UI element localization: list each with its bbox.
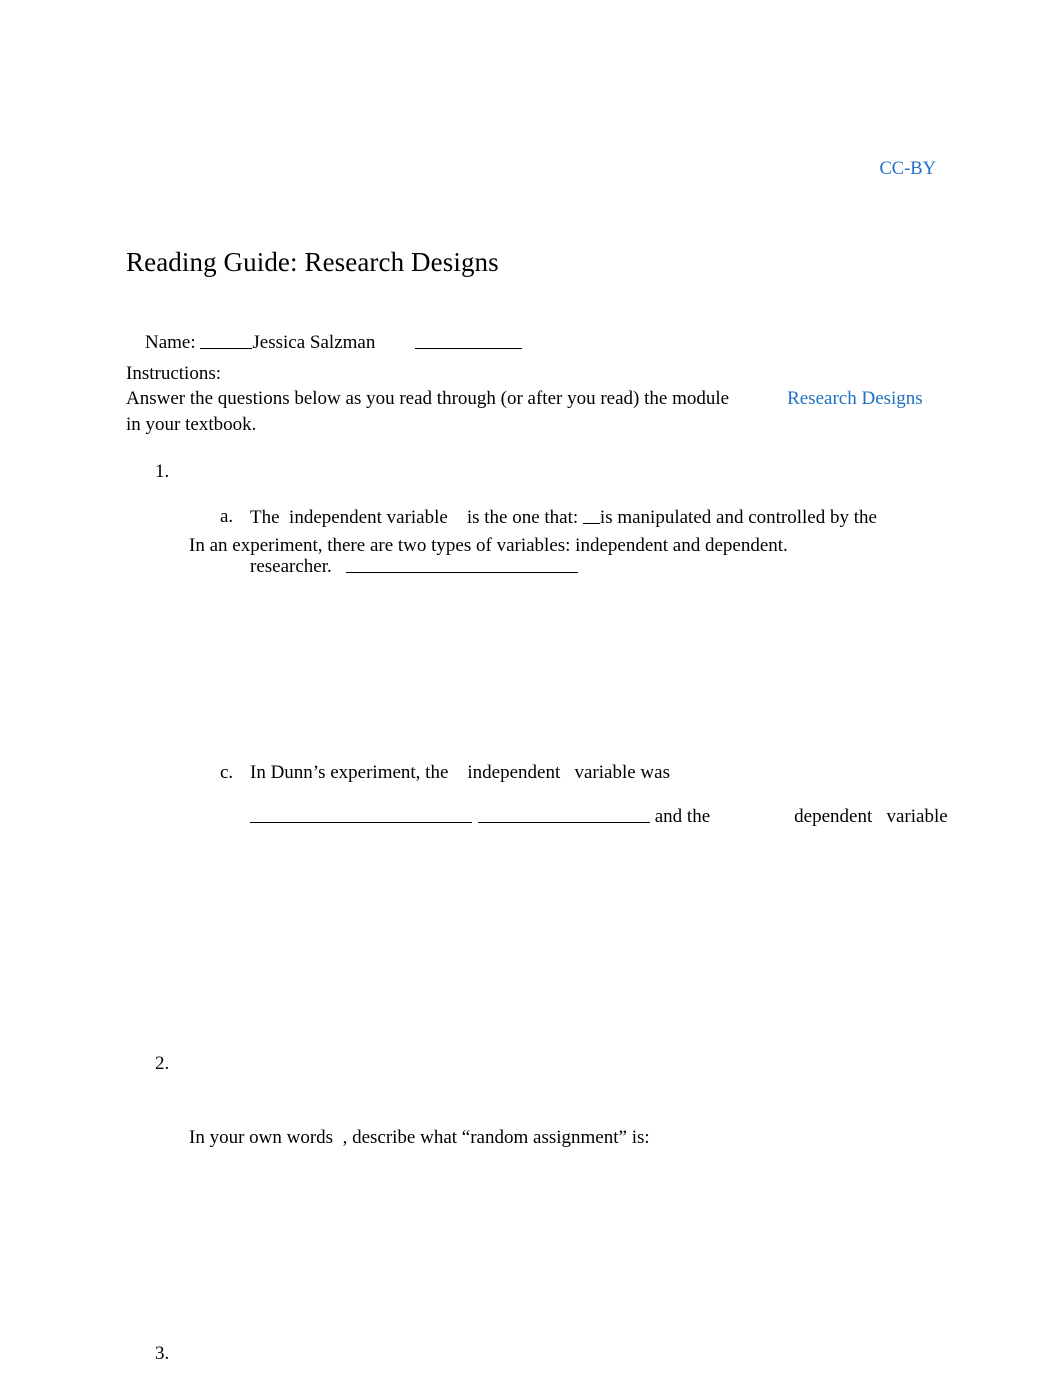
question-3: 3. In your own words, why is random assi…: [155, 1342, 955, 1377]
module-link-part2[interactable]: Designs: [861, 388, 922, 409]
subitem-c-line2-tail: dependent variable: [794, 806, 948, 828]
question-2-number: 2.: [155, 1053, 170, 1074]
question-1: 1. In an experiment, there are two types…: [155, 460, 955, 608]
question-1-subitem-c: c. In Dunn’s experiment, the independent…: [220, 761, 960, 786]
subitem-a-letter: a.: [220, 506, 234, 527]
question-1-subitem-a: a. The independent variable is the one t…: [220, 505, 960, 531]
question-2: 2. In your own words , describe what “ra…: [155, 1052, 955, 1200]
name-blank-before: [200, 330, 253, 350]
document-page: CC-BY Reading Guide: Research Designs Na…: [0, 0, 1062, 1377]
subitem-c-answer-blank-2: [478, 804, 650, 824]
page-title: Reading Guide: Research Designs: [126, 247, 499, 277]
subitem-c-line1: In Dunn’s experiment, the independent va…: [250, 762, 670, 783]
subitem-a-line2-body: researcher.: [250, 554, 960, 580]
subitem-c-line2-mid: and the: [650, 806, 711, 828]
instructions-block: Instructions: Answer the questions below…: [126, 361, 941, 437]
name-value: Jessica Salzman: [252, 332, 376, 354]
instructions-heading: Instructions:: [126, 363, 221, 384]
subitem-a-line1-lead: The independent variable is the one that…: [250, 507, 583, 529]
question-3-number: 3.: [155, 1343, 170, 1364]
question-1-subitem-c-line2: and the dependent variable: [220, 804, 960, 830]
subitem-a-line1-tail: is manipulated and controlled by the: [599, 507, 877, 529]
instructions-body: Answer the questions below as you read t…: [126, 386, 941, 437]
subitem-a-answer-blank: [345, 554, 578, 574]
subitem-c-line2-body: and the dependent variable: [250, 804, 960, 830]
subitem-a-line2-text: researcher.: [250, 556, 332, 578]
subitem-a-inline-blank: [582, 505, 600, 525]
name-label: Name:: [145, 332, 201, 354]
question-2-text: In your own words , describe what “rando…: [189, 1127, 650, 1149]
instructions-text-lead: Answer the questions below as you read t…: [126, 388, 730, 410]
subitem-a-body: The independent variable is the one that…: [250, 505, 960, 531]
license-tag: CC-BY: [879, 159, 936, 179]
name-blank-after: [415, 330, 523, 350]
subitem-c-answer-blank-1: [250, 804, 472, 824]
question-1-subitem-a-line2: researcher.: [220, 554, 960, 580]
question-1-number: 1.: [155, 461, 170, 482]
subitem-c-letter: c.: [220, 762, 234, 783]
module-link-part1[interactable]: Research: [787, 388, 857, 409]
